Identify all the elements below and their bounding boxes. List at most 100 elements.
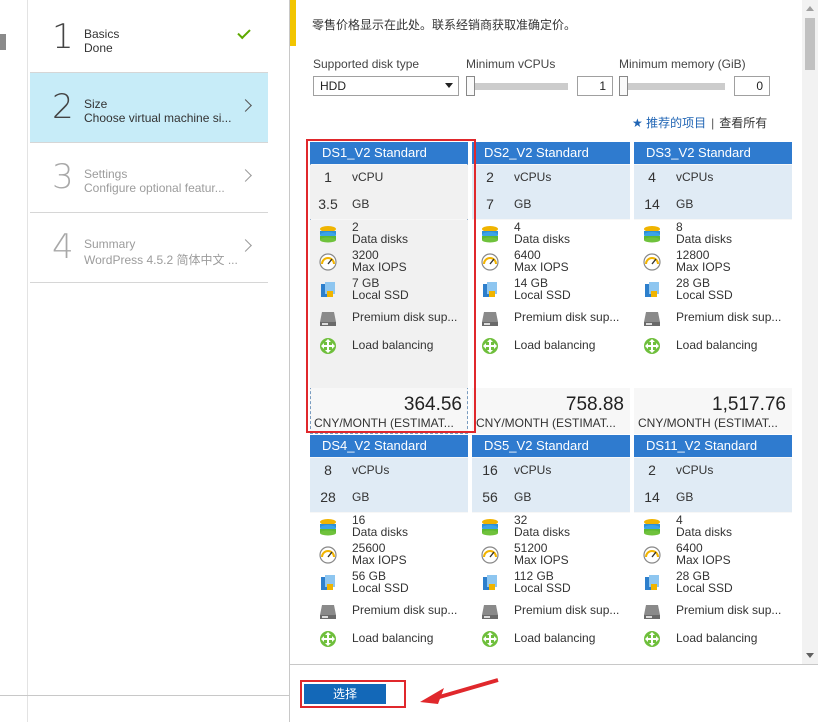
load-balancer-icon xyxy=(319,630,337,648)
max-iops-row: 51200 Max IOPS xyxy=(472,541,630,569)
disk-type-label: Supported disk type xyxy=(313,57,420,71)
premium-disk-label: Premium disk sup... xyxy=(352,603,458,617)
step-settings[interactable]: 3 Settings Configure optional featur... xyxy=(30,143,268,213)
gauge-icon xyxy=(481,253,499,271)
min-vcpus-label: Minimum vCPUs xyxy=(466,57,556,71)
chevron-right-icon xyxy=(239,239,252,252)
memory-unit: GB xyxy=(514,490,532,504)
premium-disk-row: Premium disk sup... xyxy=(472,597,630,625)
data-disks-row: 32 Data disks xyxy=(472,513,630,541)
dropdown-arrow-icon xyxy=(445,83,453,88)
max-iops-label: Max IOPS xyxy=(514,553,569,567)
memory-amount: 7 xyxy=(486,196,494,212)
local-ssd-label: Local SSD xyxy=(676,581,733,595)
vm-size-card[interactable]: DS3_V2 Standard 4 vCPUs 14 GB 8 Data disks 1280… xyxy=(634,142,792,434)
blade-footer: 选择 xyxy=(290,664,818,722)
step-summary[interactable]: 4 Summary WordPress 4.5.2 简体中文 ... xyxy=(30,213,268,283)
vm-size-name: DS11_V2 Standard xyxy=(634,435,792,457)
recommended-link[interactable]: 推荐的项目 xyxy=(646,116,706,130)
view-all-link[interactable]: 查看所有 xyxy=(719,116,767,130)
min-vcpus-input[interactable]: 1 xyxy=(577,76,613,96)
load-balancing-label: Load balancing xyxy=(514,338,596,352)
step-title: Size xyxy=(84,97,108,111)
load-balancing-row: Load balancing xyxy=(634,332,792,360)
premium-disk-row: Premium disk sup... xyxy=(634,597,792,625)
vcpu-count: 2 xyxy=(648,462,656,478)
left-edge xyxy=(0,0,28,722)
load-balancing-label: Load balancing xyxy=(352,631,434,645)
link-separator: | xyxy=(711,116,715,130)
ssd-icon xyxy=(643,281,661,299)
star-icon: ★ xyxy=(632,116,643,130)
min-vcpus-slider[interactable] xyxy=(466,76,568,96)
vertical-scrollbar[interactable] xyxy=(802,0,818,664)
memory-unit: GB xyxy=(514,197,532,211)
vcpu-row: 8 vCPUs xyxy=(310,458,468,485)
step-title: Summary xyxy=(84,237,136,251)
memory-unit: GB xyxy=(676,490,694,504)
data-disks-label: Data disks xyxy=(676,525,733,539)
premium-disk-row: Premium disk sup... xyxy=(310,597,468,625)
disk-stack-icon xyxy=(643,225,661,243)
min-memory-input[interactable]: 0 xyxy=(734,76,770,96)
vcpu-unit: vCPUs xyxy=(514,170,552,184)
max-iops-label: Max IOPS xyxy=(676,553,731,567)
select-button[interactable]: 选择 xyxy=(304,684,386,704)
vcpu-count: 16 xyxy=(482,462,498,478)
hard-drive-icon xyxy=(319,602,337,620)
vcpu-row: 16 vCPUs xyxy=(472,458,630,485)
hard-drive-icon xyxy=(643,602,661,620)
load-balancer-icon xyxy=(481,630,499,648)
data-disks-row: 8 Data disks xyxy=(634,220,792,248)
vcpu-unit: vCPUs xyxy=(676,463,714,477)
disk-stack-icon xyxy=(481,225,499,243)
step-title: Basics xyxy=(84,27,120,41)
step-number: 3 xyxy=(52,157,74,197)
slider-track xyxy=(475,83,568,90)
monthly-price: 758.88 xyxy=(565,394,624,415)
slider-handle[interactable] xyxy=(619,76,628,96)
scroll-up-icon[interactable] xyxy=(806,6,814,11)
step-basics[interactable]: 1 Basics Done xyxy=(30,3,268,73)
memory-row: 14 GB xyxy=(634,485,792,512)
max-iops-label: Max IOPS xyxy=(514,260,569,274)
vcpu-unit: vCPUs xyxy=(514,463,552,477)
vcpu-unit: vCPUs xyxy=(352,463,390,477)
disk-type-select[interactable]: HDD xyxy=(313,76,459,96)
scrollbar-thumb[interactable] xyxy=(805,18,815,70)
notice-accent-bar xyxy=(290,0,296,46)
data-disks-row: 16 Data disks xyxy=(310,513,468,541)
local-ssd-row: 28 GB Local SSD xyxy=(634,276,792,304)
load-balancer-icon xyxy=(643,630,661,648)
load-balancing-row: Load balancing xyxy=(472,332,630,360)
step-number: 4 xyxy=(52,227,74,267)
size-blade: 零售价格显示在此处。联系经销商获取准确定价。 Supported disk ty… xyxy=(290,0,818,722)
data-disks-label: Data disks xyxy=(352,525,409,539)
disk-stack-icon xyxy=(319,518,337,536)
step-subtitle: Choose virtual machine si... xyxy=(84,111,232,125)
memory-row: 7 GB xyxy=(472,192,630,219)
vm-size-card[interactable]: DS2_V2 Standard 2 vCPUs 7 GB 4 Data disks 6400 M… xyxy=(472,142,630,434)
step-size[interactable]: 2 Size Choose virtual machine si... xyxy=(30,73,268,143)
memory-row: 14 GB xyxy=(634,192,792,219)
gauge-icon xyxy=(319,546,337,564)
slider-handle[interactable] xyxy=(466,76,475,96)
vm-size-name: DS5_V2 Standard xyxy=(472,435,630,457)
min-memory-slider[interactable] xyxy=(619,76,725,96)
pricing-notice: 零售价格显示在此处。联系经销商获取准确定价。 xyxy=(312,18,577,32)
ssd-icon xyxy=(319,574,337,592)
scroll-down-icon[interactable] xyxy=(806,653,814,658)
memory-unit: GB xyxy=(352,490,370,504)
vcpu-count: 2 xyxy=(486,169,494,185)
load-balancing-label: Load balancing xyxy=(514,631,596,645)
check-icon xyxy=(237,25,251,40)
step-number: 2 xyxy=(52,87,74,127)
step-subtitle: WordPress 4.5.2 简体中文 ... xyxy=(84,253,238,267)
premium-disk-label: Premium disk sup... xyxy=(514,603,620,617)
load-balancer-icon xyxy=(643,337,661,355)
slider-track xyxy=(628,83,725,90)
data-disks-label: Data disks xyxy=(514,232,571,246)
vcpu-row: 4 vCPUs xyxy=(634,165,792,192)
max-iops-row: 6400 Max IOPS xyxy=(472,248,630,276)
memory-unit: GB xyxy=(676,197,694,211)
